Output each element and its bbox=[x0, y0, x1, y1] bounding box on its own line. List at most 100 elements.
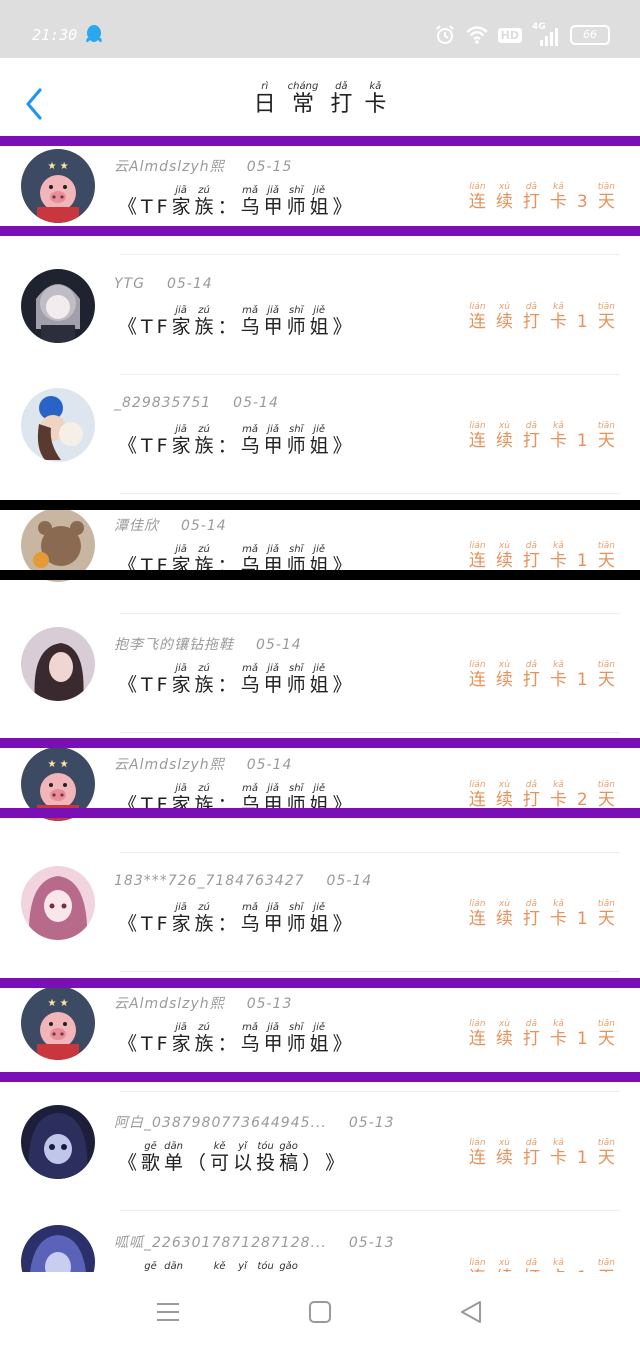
hanzi: 连 bbox=[468, 790, 486, 810]
username[interactable]: 云Almdslzyh熙 bbox=[114, 757, 225, 773]
pinyin: jiā bbox=[175, 424, 187, 435]
ruby-char: ） bbox=[302, 1262, 321, 1272]
hanzi: 师 bbox=[286, 316, 306, 338]
hanzi: 续 bbox=[495, 1148, 513, 1168]
username[interactable]: 云Almdslzyh熙 bbox=[114, 996, 225, 1012]
pinyin bbox=[157, 186, 168, 196]
pinyin: jiā bbox=[175, 185, 187, 196]
post-title[interactable]: 《gē歌dān单（kě可yǐ以tóu投gǎo稿）》 bbox=[116, 1262, 346, 1272]
pinyin: zú bbox=[198, 185, 210, 196]
ruby-char: T bbox=[141, 1023, 153, 1055]
hanzi: 姐 bbox=[309, 435, 329, 457]
hanzi: 》 bbox=[332, 196, 352, 218]
list-item[interactable]: ★ ★ 云Almdslzyh熙 05-14 《 T Fjiā 家 zú 族： mǎ 乌 jiǎ 甲 shī… bbox=[0, 734, 640, 853]
post-title[interactable]: 《 T Fjiā 家 zú 族： mǎ 乌 jiǎ 甲 shī 师 jiě 姐》 bbox=[116, 902, 354, 936]
post-title[interactable]: 《 T Fjiā 家 zú 族： mǎ 乌 jiǎ 甲 shī 师 jiě 姐》 bbox=[116, 1023, 354, 1056]
ruby-char: 》 bbox=[333, 1023, 352, 1055]
ruby-char: mǎ 乌 bbox=[241, 903, 260, 936]
list-item[interactable]: 183***726_7184763427 05-14 《 T Fjiā 家 zú 族： mǎ 乌 j… bbox=[0, 853, 640, 972]
list-item[interactable]: YTG 05-14 《 T Fjiā 家 zú 族： mǎ 乌 jiǎ 甲 shī 师 jiě 姐》 lián 连… bbox=[0, 256, 640, 375]
list-item[interactable]: 呱呱_2263017871287128... 05-13 《 gē歌 dān单 （ kě可 y… bbox=[0, 1212, 640, 1272]
username[interactable]: 云Almdslzyh熙 bbox=[114, 159, 225, 175]
hanzi: 姐 bbox=[309, 674, 329, 696]
hanzi: 师 bbox=[286, 435, 306, 457]
ruby-char: ： bbox=[218, 664, 237, 696]
svg-text:★ ★: ★ ★ bbox=[47, 759, 68, 770]
post-title[interactable]: 《 T Fjiā 家 zú 族： mǎ 乌 jiǎ 甲 shī 师 jiě 姐》 bbox=[116, 424, 354, 458]
ruby-char: tiān天 bbox=[598, 302, 615, 332]
ruby-char: 》 bbox=[333, 425, 352, 457]
username[interactable]: _829835751 bbox=[114, 395, 211, 411]
pinyin: jiǎ bbox=[267, 663, 279, 674]
pinyin: shī bbox=[288, 902, 304, 913]
row-divider bbox=[120, 971, 620, 972]
ruby-char: F bbox=[157, 903, 168, 935]
ruby-char: shī 师 bbox=[286, 305, 306, 339]
back-triangle-icon[interactable] bbox=[458, 1298, 486, 1326]
hanzi: 族 bbox=[194, 674, 214, 696]
post-title[interactable]: 《 T Fjiā 家 zú 族： mǎ 乌 jiǎ 甲 shī 师 jiě 姐》 bbox=[116, 185, 354, 219]
avatar[interactable] bbox=[21, 1105, 95, 1179]
pinyin: shī bbox=[288, 185, 304, 196]
avatar[interactable] bbox=[21, 627, 95, 701]
hanzi: 卡 bbox=[549, 192, 567, 212]
username[interactable]: 183***726_7184763427 bbox=[114, 873, 305, 889]
ruby-char: shī 师 bbox=[286, 425, 306, 458]
username[interactable]: 抱李飞的镶钻拖鞋 bbox=[114, 637, 234, 653]
pinyin bbox=[141, 425, 153, 435]
username[interactable]: 呱呱_2263017871287128... bbox=[114, 1235, 327, 1251]
hanzi: 续 bbox=[495, 431, 513, 451]
highlight-band bbox=[0, 808, 640, 818]
hanzi: 1 bbox=[576, 551, 588, 571]
avatar[interactable]: ★ ★ bbox=[21, 149, 95, 223]
ruby-char: shī 师 bbox=[287, 902, 306, 936]
pinyin: shī bbox=[288, 305, 304, 316]
avatar[interactable] bbox=[21, 269, 95, 343]
pinyin bbox=[333, 425, 352, 435]
list-item[interactable]: _829835751 05-14 《 T Fjiā 家 zú 族： mǎ 乌 jiǎ 甲 shī 师 jiě… bbox=[0, 375, 640, 494]
avatar[interactable]: ★ ★ bbox=[21, 986, 95, 1060]
hanzi: 家 bbox=[171, 1033, 191, 1055]
hanzi: 连 bbox=[468, 670, 486, 690]
pinyin: tiān bbox=[597, 1258, 615, 1268]
ruby-char: tiān天 bbox=[598, 899, 615, 929]
pinyin: dǎ bbox=[525, 1019, 538, 1029]
pinyin: jiā bbox=[175, 663, 187, 674]
post-title[interactable]: 《 T Fjiā 家 zú 族： mǎ 乌 jiǎ 甲 shī 师 jiě 姐》 bbox=[116, 305, 354, 339]
streak-label: lián连xù续dǎ打kǎ卡1tiān天 bbox=[464, 302, 620, 332]
pinyin bbox=[157, 664, 168, 674]
menu-icon[interactable] bbox=[154, 1298, 182, 1326]
avatar[interactable] bbox=[21, 388, 95, 462]
streak-label: lián连xù续dǎ打kǎ卡1tiān天 bbox=[464, 541, 620, 571]
post-title[interactable]: 《gē歌dān单（kě可yǐ以tóu投gǎo稿）》 bbox=[116, 1142, 346, 1175]
hanzi: 天 bbox=[597, 192, 615, 212]
list-item[interactable]: 阿白_0387980773644945... 05-13 《 gē 歌 dān 单（kě 可 y… bbox=[0, 1092, 640, 1211]
username[interactable]: 潭佳欣 bbox=[114, 518, 159, 534]
hanzi: F bbox=[156, 435, 168, 457]
list-item[interactable]: ★ ★ 云Almdslzyh熙 05-15 《 T Fjiā 家 zú 族： mǎ 乌 jiǎ 甲 shī… bbox=[0, 136, 640, 255]
username[interactable]: YTG bbox=[114, 276, 145, 292]
pinyin: dǎ bbox=[525, 541, 538, 551]
hanzi: 天 bbox=[597, 312, 615, 332]
pinyin bbox=[302, 1262, 321, 1272]
ruby-char: （ bbox=[187, 1142, 206, 1174]
row-divider bbox=[120, 254, 620, 255]
home-icon[interactable] bbox=[306, 1298, 334, 1326]
avatar[interactable] bbox=[21, 1225, 95, 1272]
list-item[interactable]: 潭佳欣 05-14 《 T Fjiā 家 zú 族： mǎ 乌 jiǎ 甲 shī 师 jiě 姐》 lián 连… bbox=[0, 495, 640, 614]
pinyin bbox=[333, 306, 352, 316]
ruby-char: kě可 bbox=[210, 1142, 229, 1175]
hanzi: 》 bbox=[332, 1033, 352, 1055]
pinyin: dǎ bbox=[525, 421, 538, 431]
pinyin bbox=[118, 664, 137, 674]
pinyin bbox=[333, 1023, 352, 1033]
list-item[interactable]: 抱李飞的镶钻拖鞋 05-14 《 T Fjiā 家 zú 族： mǎ 乌 jiǎ 甲 shī 师 jiě 姐》… bbox=[0, 614, 640, 733]
streak-label: lián 连 xù 续 dǎ 打 kǎ 卡 2 tiān 天 bbox=[464, 780, 620, 810]
avatar[interactable] bbox=[21, 866, 95, 940]
pinyin: tiān bbox=[597, 1138, 615, 1148]
hanzi: 族 bbox=[194, 196, 214, 218]
post-title[interactable]: 《 T Fjiā 家 zú 族： mǎ 乌 jiǎ 甲 shī 师 jiě 姐》 bbox=[116, 663, 354, 697]
username[interactable]: 阿白_0387980773644945... bbox=[114, 1115, 327, 1131]
pinyin: mǎ bbox=[242, 663, 259, 674]
ruby-char: 2 bbox=[577, 780, 588, 810]
